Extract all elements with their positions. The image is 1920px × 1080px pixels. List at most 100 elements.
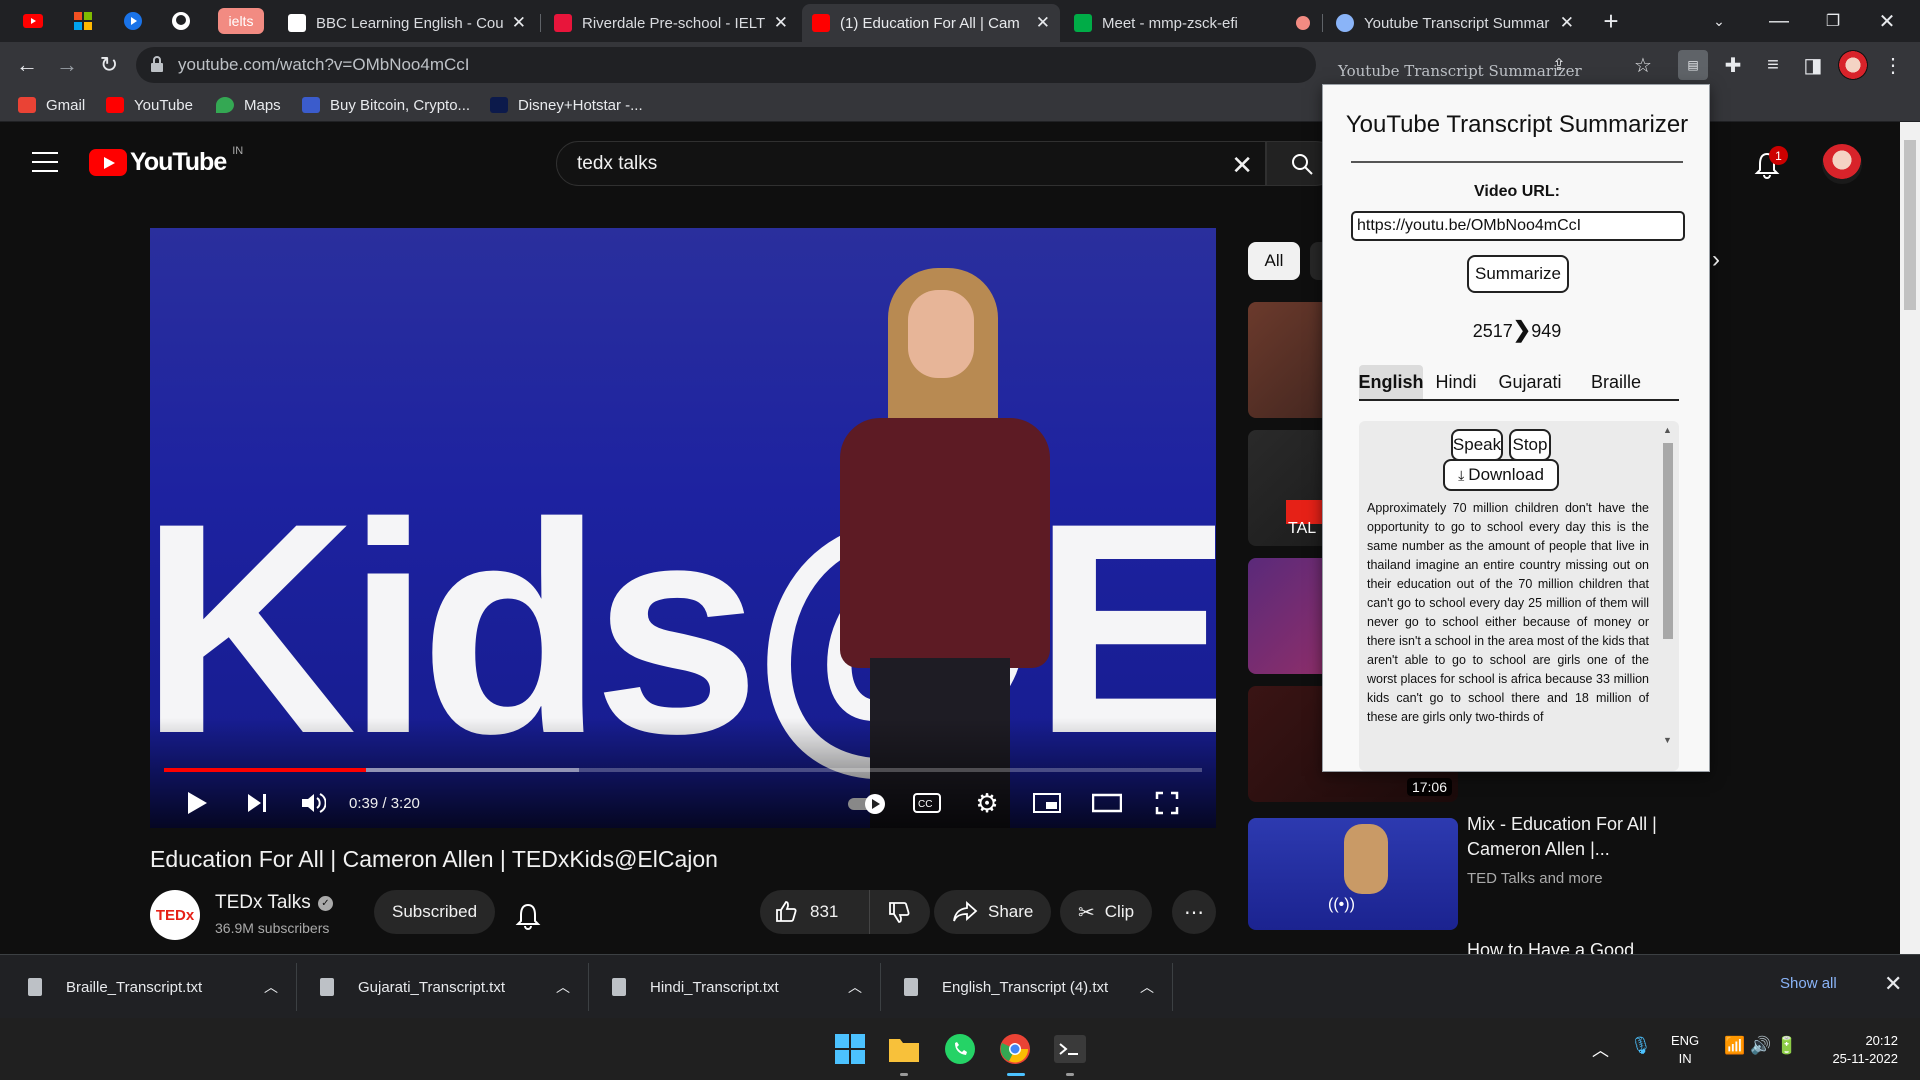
transcript-extension-icon[interactable]: ▤ — [1678, 50, 1708, 80]
extensions-puzzle-icon[interactable]: ✚ — [1718, 50, 1748, 80]
reload-button[interactable]: ↻ — [94, 50, 124, 80]
close-download-shelf-icon[interactable]: ✕ — [1884, 971, 1902, 997]
download-item-braille[interactable]: Braille_Transcript.txt ︿ — [28, 965, 278, 1009]
whatsapp-button[interactable] — [940, 1029, 980, 1069]
input-language-indicator[interactable]: ENG IN — [1671, 1032, 1699, 1068]
wifi-icon[interactable]: 📶 — [1724, 1036, 1745, 1056]
settings-gear-icon[interactable]: ⚙ — [970, 786, 1004, 820]
tab-english[interactable]: English — [1359, 365, 1424, 399]
menu-icon[interactable] — [32, 152, 58, 172]
speak-button[interactable]: Speak — [1451, 429, 1503, 461]
transcript-scrollbar[interactable]: ▲ ▼ — [1661, 425, 1675, 745]
tab-riverdale[interactable]: Riverdale Pre-school - IELTS ✕ — [544, 4, 798, 42]
share-button[interactable]: Share — [934, 890, 1052, 934]
chrome-button[interactable] — [995, 1029, 1035, 1069]
speaker-icon[interactable]: 🔊 — [1750, 1036, 1771, 1056]
pinned-tab-youtube[interactable] — [20, 8, 46, 34]
download-item-english[interactable]: English_Transcript (4).txt ︿ — [904, 965, 1154, 1009]
terminal-button[interactable] — [1050, 1029, 1090, 1069]
bookmark-hotstar[interactable]: Disney+Hotstar -... — [490, 94, 643, 116]
bookmark-buy-bitcoin[interactable]: Buy Bitcoin, Crypto... — [302, 94, 470, 116]
account-avatar[interactable] — [1822, 144, 1862, 184]
microphone-icon[interactable]: 🎙 — [1630, 1036, 1652, 1056]
next-button[interactable] — [240, 786, 274, 820]
forward-button[interactable]: → — [52, 50, 82, 80]
scroll-down-icon[interactable]: ▼ — [1663, 735, 1672, 745]
tab-bbc-learning[interactable]: BBC Learning English - Cou ✕ — [278, 4, 536, 42]
show-hidden-icons-chevron-icon[interactable]: ︿ — [1592, 1036, 1609, 1061]
tab-transcript-summarizer[interactable]: Youtube Transcript Summar ✕ — [1326, 4, 1584, 42]
page-scrollbar[interactable] — [1900, 122, 1920, 954]
tab-hindi[interactable]: Hindi — [1429, 365, 1483, 399]
miniplayer-button[interactable] — [1030, 786, 1064, 820]
battery-icon[interactable]: 🔋 — [1776, 1036, 1797, 1056]
play-button[interactable] — [180, 786, 214, 820]
mix-thumbnail[interactable]: ((•)) — [1248, 818, 1458, 930]
search-input[interactable]: tedx talks ✕ — [556, 141, 1266, 186]
fullscreen-button[interactable] — [1150, 786, 1184, 820]
subscribed-button[interactable]: Subscribed — [374, 890, 496, 934]
chevron-up-icon[interactable]: ︿ — [848, 977, 862, 997]
scroll-up-icon[interactable]: ▲ — [1663, 425, 1672, 435]
tab-close-icon[interactable]: ✕ — [512, 13, 526, 33]
bookmark-youtube[interactable]: YouTube — [106, 94, 193, 116]
channel-name[interactable]: TEDx Talks — [215, 892, 311, 914]
volume-button[interactable] — [296, 786, 330, 820]
side-panel-icon[interactable]: ◨ — [1798, 50, 1828, 80]
scrollbar-thumb[interactable] — [1904, 140, 1916, 310]
clip-button[interactable]: ✂ Clip — [1060, 890, 1153, 934]
captions-button[interactable]: CC — [910, 786, 944, 820]
transcript-scrollbar-thumb[interactable] — [1663, 443, 1673, 639]
chip-all[interactable]: All — [1248, 242, 1300, 280]
chrome-menu-icon[interactable]: ⋮ — [1878, 50, 1908, 80]
show-all-downloads-button[interactable]: Show all — [1780, 975, 1837, 992]
video-player[interactable]: Kids@E 0:39 / 3:20 CC ⚙ — [150, 228, 1216, 828]
profile-avatar[interactable] — [1838, 50, 1868, 80]
system-clock[interactable]: 20:12 25-11-2022 — [1818, 1032, 1898, 1068]
tab-close-icon[interactable]: ✕ — [1560, 13, 1574, 33]
download-button[interactable]: ⤓ Download — [1443, 459, 1559, 491]
tab-google-meet[interactable]: Meet - mmp-zsck-efi — [1064, 4, 1320, 42]
mix-title[interactable]: Mix - Education For All | Cameron Allen … — [1467, 812, 1687, 862]
download-item-gujarati[interactable]: Gujarati_Transcript.txt ︿ — [320, 965, 570, 1009]
minimize-button[interactable]: — — [1764, 6, 1794, 36]
download-item-hindi[interactable]: Hindi_Transcript.txt ︿ — [612, 965, 862, 1009]
chevron-up-icon[interactable]: ︿ — [264, 977, 278, 997]
youtube-logo[interactable]: YouTube IN — [89, 145, 243, 177]
pinned-tab-github[interactable] — [168, 8, 194, 34]
media-queue-icon[interactable]: ≡ — [1758, 50, 1788, 80]
back-button[interactable]: ← — [12, 50, 42, 80]
close-window-button[interactable]: ✕ — [1872, 6, 1902, 36]
tab-education-for-all[interactable]: (1) Education For All | Cam ✕ — [802, 4, 1060, 42]
dislike-button[interactable] — [870, 890, 928, 934]
autoplay-toggle[interactable] — [846, 786, 890, 820]
video-url-input[interactable] — [1351, 211, 1685, 241]
address-bar[interactable]: youtube.com/watch?v=OMbNoo4mCcI — [136, 47, 1316, 83]
restore-button[interactable]: ❐ — [1818, 6, 1848, 36]
bookmark-star-icon[interactable]: ☆ — [1628, 50, 1658, 80]
tab-gujarati[interactable]: Gujarati — [1489, 365, 1571, 399]
new-tab-button[interactable]: + — [1596, 6, 1626, 36]
next-video-title[interactable]: How to Have a Good — [1467, 940, 1634, 954]
tab-braille[interactable]: Braille — [1581, 365, 1651, 399]
pinned-tab-player[interactable] — [120, 8, 146, 34]
bookmark-maps[interactable]: Maps — [216, 94, 281, 116]
chevron-up-icon[interactable]: ︿ — [556, 977, 570, 997]
progress-bar[interactable] — [164, 768, 1202, 772]
clear-search-icon[interactable]: ✕ — [1231, 150, 1253, 181]
tab-close-icon[interactable]: ✕ — [774, 13, 788, 33]
pinned-tab-microsoft[interactable] — [70, 8, 96, 34]
stop-button[interactable]: Stop — [1509, 429, 1551, 461]
windows-start-button[interactable] — [830, 1029, 870, 1069]
theater-mode-button[interactable] — [1090, 786, 1124, 820]
like-button[interactable]: 831 — [760, 890, 870, 934]
pinned-tab-ielts[interactable]: ielts — [218, 8, 264, 34]
tab-search-icon[interactable]: ⌄ — [1704, 6, 1734, 36]
channel-avatar[interactable]: TEDx — [150, 890, 200, 940]
tab-close-icon[interactable]: ✕ — [1036, 13, 1050, 33]
subscription-bell-icon[interactable] — [514, 902, 542, 930]
chevron-right-icon[interactable]: › — [1712, 246, 1720, 274]
file-explorer-button[interactable] — [884, 1029, 924, 1069]
chevron-up-icon[interactable]: ︿ — [1140, 977, 1154, 997]
more-actions-button[interactable]: ⋯ — [1172, 890, 1216, 934]
